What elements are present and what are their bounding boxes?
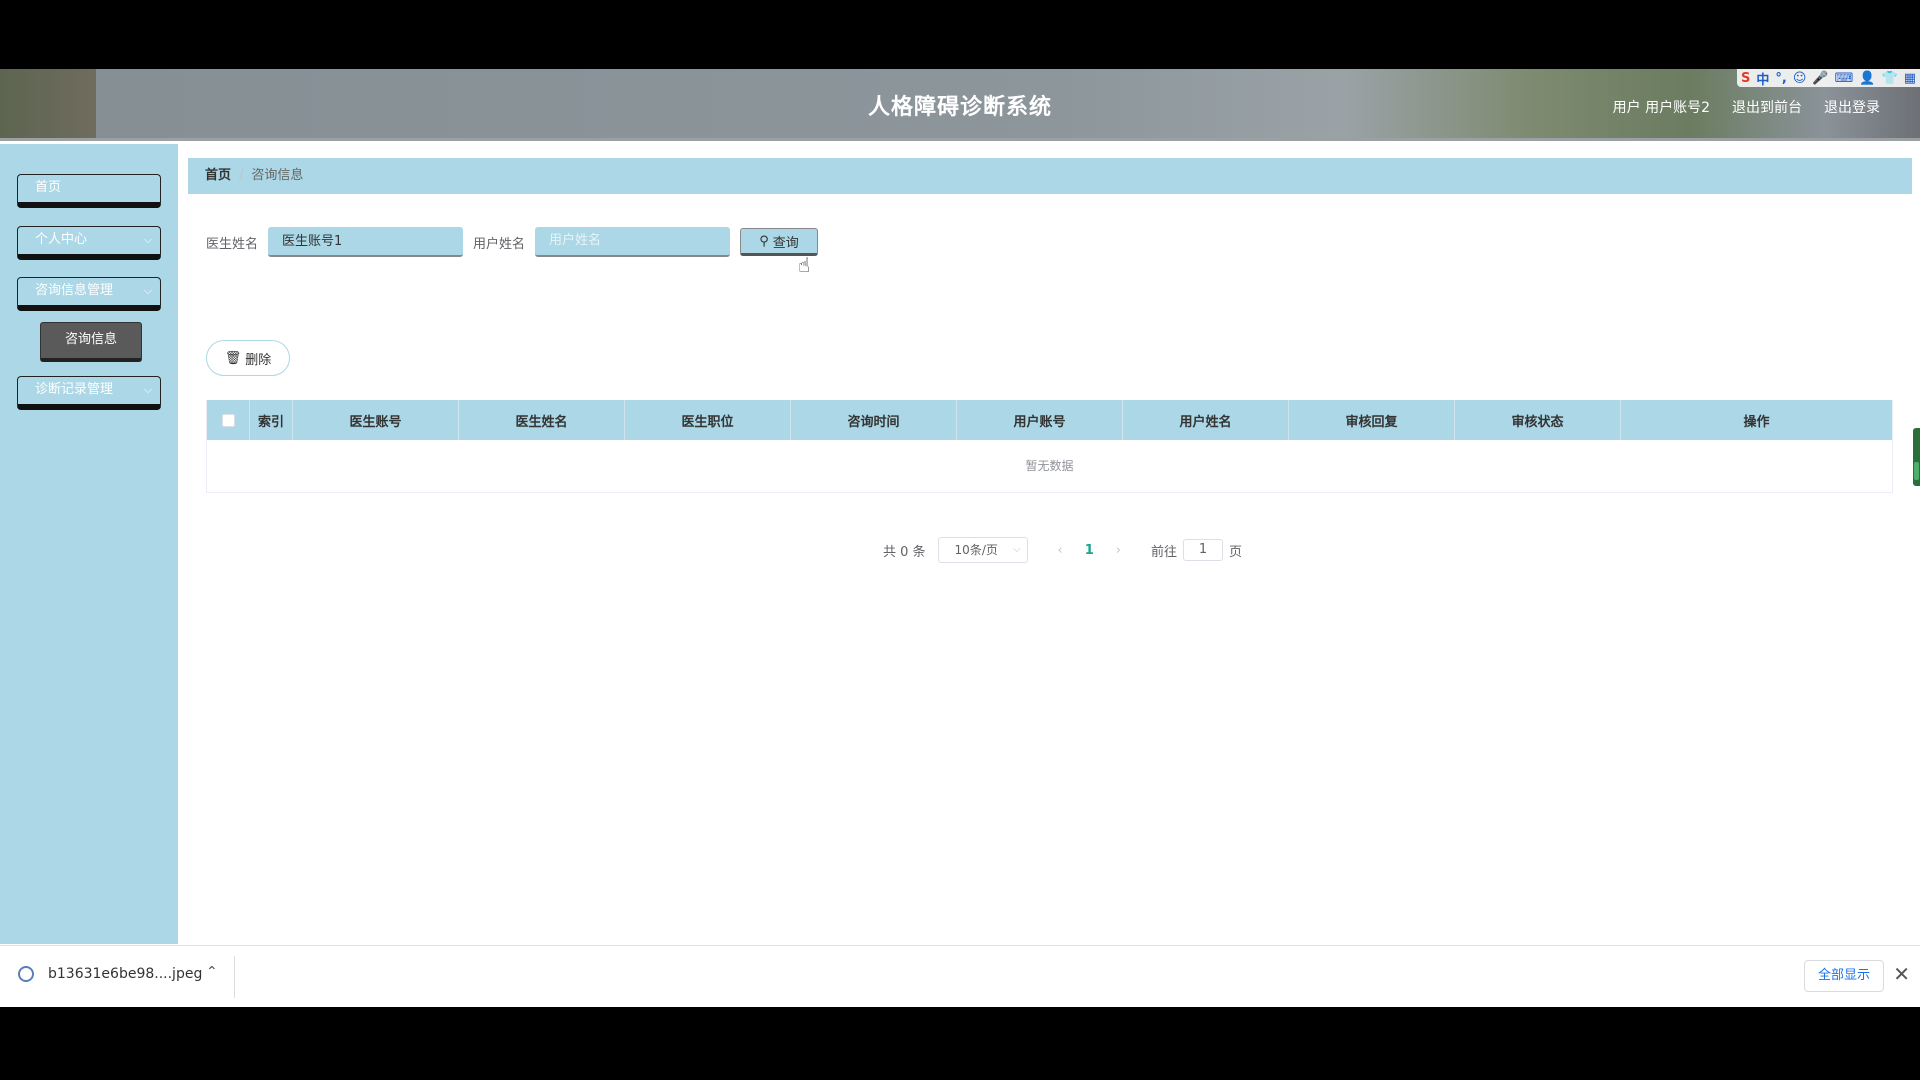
sidebar-item-diagnosis-management[interactable]: 诊断记录管理 ⌵ (17, 376, 161, 410)
toolbox-icon[interactable]: ▦ (1904, 71, 1916, 86)
breadcrumb-current: 咨询信息 (251, 168, 304, 183)
total-count: 共 0 条 (883, 544, 926, 560)
chevron-down-icon: ⌵ (143, 233, 152, 246)
sogou-icon[interactable]: S (1741, 71, 1750, 86)
chevron-up-icon[interactable]: ⌃ (206, 964, 218, 980)
sidebar-subitem-consult-info[interactable]: 咨询信息 (40, 322, 142, 362)
sidebar-item-label: 咨询信息管理 (35, 283, 114, 298)
page-size-select[interactable]: 10条/页 ⌵ (937, 537, 1028, 563)
column-header: 用户账号 (957, 400, 1123, 440)
select-all-checkbox[interactable] (207, 400, 250, 440)
page-suffix: 页 (1229, 544, 1243, 560)
doctor-name-label: 医生姓名 (206, 236, 259, 252)
pagination: 共 0 条 10条/页 ⌵ ‹ 1 › 前往 1 页 (883, 537, 1242, 563)
chevron-down-icon: ⌵ (1012, 544, 1021, 555)
user-name-input[interactable] (535, 227, 731, 257)
search-button-label: 查询 (772, 235, 799, 251)
punctuation-icon[interactable]: °, (1775, 71, 1786, 86)
goto-page-input[interactable]: 1 (1183, 539, 1224, 561)
ime-toolbar[interactable]: S 中 °, ☺ 🎤 ⌨ 👤 👕 ▦ (1736, 69, 1920, 88)
next-page-icon[interactable]: › (1116, 543, 1121, 558)
column-header: 操作 (1743, 414, 1770, 430)
consult-table: 索引 医生账号 医生姓名 医生职位 咨询时间 用户账号 用户姓名 审核回复 审核… (206, 400, 1893, 493)
doctor-name-input[interactable]: 医生账号1 (268, 227, 464, 257)
emoji-icon[interactable]: ☺ (1793, 71, 1807, 86)
user-icon[interactable]: 👤 (1859, 71, 1875, 86)
column-header: 用户姓名 (1123, 400, 1289, 440)
column-header: 咨询时间 (791, 400, 957, 440)
sidebar-item-label: 首页 (35, 180, 62, 195)
show-all-button[interactable]: 全部显示 (1804, 960, 1884, 992)
chinese-mode-icon[interactable]: 中 (1756, 69, 1769, 88)
search-icon: ⚲ (759, 233, 769, 249)
microphone-icon[interactable]: 🎤 (1812, 71, 1828, 86)
user-name-label: 用户姓名 (473, 236, 526, 252)
column-header: 审核状态 (1455, 400, 1621, 440)
table-empty-text: 暂无数据 (1025, 459, 1074, 473)
divider (234, 956, 235, 998)
column-header: 医生职位 (625, 400, 791, 440)
sidebar-item-label: 个人中心 (35, 232, 88, 247)
checkbox-box[interactable] (221, 413, 235, 427)
top-header: 人格障碍诊断系统 用户 用户账号2 退出到前台 退出登录 S 中 °, ☺ 🎤 … (0, 69, 1920, 141)
download-bar: b13631e6be98....jpeg ⌃ 全部显示 ✕ (0, 945, 1920, 1007)
close-icon[interactable]: ✕ (1893, 962, 1910, 986)
table-header: 索引 医生账号 医生姓名 医生职位 咨询时间 用户账号 用户姓名 审核回复 审核… (207, 400, 1892, 440)
column-header: 医生姓名 (459, 400, 625, 440)
sidebar-item-label: 诊断记录管理 (35, 382, 114, 397)
sidebar-item-consult-management[interactable]: 咨询信息管理 ⌵ (17, 277, 161, 311)
skin-icon[interactable]: 👕 (1882, 71, 1898, 86)
page-number[interactable]: 1 (1085, 543, 1094, 558)
hand-cursor-icon: ☝ (798, 253, 811, 277)
keyboard-icon[interactable]: ⌨ (1835, 71, 1854, 86)
search-button[interactable]: ⚲ 查询 (740, 228, 819, 256)
image-file-icon (18, 966, 34, 982)
back-to-front-link[interactable]: 退出到前台 (1732, 97, 1802, 117)
column-header: 审核回复 (1289, 400, 1455, 440)
breadcrumb: 首页 / 咨询信息 (188, 158, 1912, 194)
user-label: 用户 用户账号2 (1612, 100, 1710, 116)
download-item[interactable]: b13631e6be98....jpeg (18, 966, 202, 982)
trash-icon: 🗑 (224, 350, 242, 366)
sidebar-item-home[interactable]: 首页 (17, 174, 161, 208)
chevron-down-icon: ⌵ (143, 284, 152, 297)
chevron-down-icon: ⌵ (143, 383, 152, 396)
page-size-value: 10条/页 (954, 543, 998, 557)
goto-label: 前往 (1151, 544, 1178, 560)
prev-page-icon[interactable]: ‹ (1058, 543, 1063, 558)
download-filename: b13631e6be98....jpeg (48, 966, 203, 982)
scroll-indicator[interactable] (1913, 428, 1920, 486)
search-form: 医生姓名 医生账号1 用户姓名 ⚲ 查询 (206, 227, 819, 257)
app-window: 人格障碍诊断系统 用户 用户账号2 退出到前台 退出登录 S 中 °, ☺ 🎤 … (0, 69, 1920, 1007)
main-content: 首页/咨询信息 医生姓名 医生账号1 用户姓名 ⚲ 查询 ☝ 🗑 删除 索引 医… (178, 144, 1920, 945)
breadcrumb-separator: / (239, 168, 244, 183)
logout-link[interactable]: 退出登录 (1824, 97, 1880, 117)
column-header: 医生账号 (293, 400, 459, 440)
delete-button-label: 删除 (245, 352, 272, 368)
sidebar: 首页 个人中心 ⌵ 咨询信息管理 ⌵ 咨询信息 诊断记录管理 ⌵ (0, 144, 178, 944)
column-header: 索引 (250, 400, 293, 440)
sidebar-item-personal-center[interactable]: 个人中心 ⌵ (17, 226, 161, 260)
header-user-actions: 用户 用户账号2 退出到前台 退出登录 (1613, 97, 1880, 117)
delete-button[interactable]: 🗑 删除 (206, 340, 290, 376)
breadcrumb-home[interactable]: 首页 (205, 168, 231, 183)
